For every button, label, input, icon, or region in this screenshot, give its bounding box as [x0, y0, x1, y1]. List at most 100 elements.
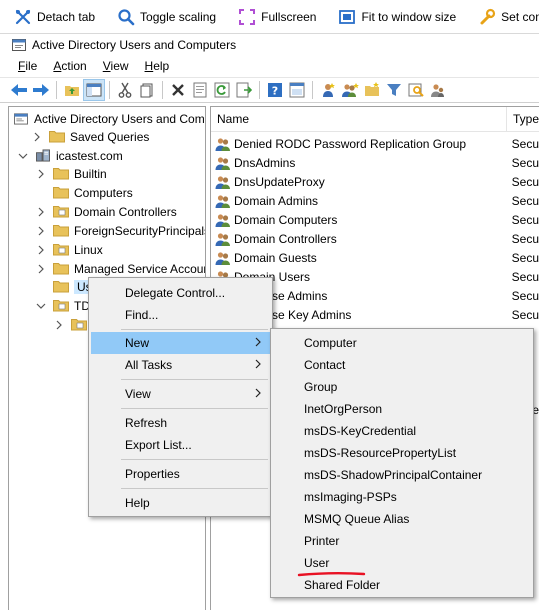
menu-item-export-list[interactable]: Export List... — [91, 434, 270, 456]
chevron-down-icon — [36, 303, 46, 309]
folder-icon — [53, 281, 69, 293]
tree-item-domain-controllers[interactable]: Domain Controllers — [35, 202, 177, 221]
detach-tab-button[interactable]: Detach tab — [0, 0, 103, 33]
submenu-arrow-icon — [255, 388, 261, 398]
tree-item-td[interactable]: TD — [35, 296, 90, 315]
submenu-arrow-icon — [255, 337, 261, 347]
list-item[interactable]: Domain Admins Secu — [211, 191, 539, 210]
list-item-name-cell: Domain Computers — [211, 212, 510, 228]
tree-item-td-child[interactable] — [53, 315, 92, 334]
submenu-item-inetorgperson[interactable]: InetOrgPerson — [273, 398, 531, 420]
tree-item-saved-queries[interactable]: Saved Queries — [31, 127, 149, 146]
column-header-type[interactable]: Type — [507, 112, 539, 126]
export-list-icon[interactable] — [233, 79, 255, 101]
list-item[interactable]: Domain Computers Secu — [211, 210, 539, 229]
submenu-item-msds-shadowprincipalcontainer[interactable]: msDS-ShadowPrincipalContainer — [273, 464, 531, 486]
cut-icon[interactable] — [114, 79, 136, 101]
menu-view[interactable]: View — [95, 59, 137, 73]
detach-icon — [14, 8, 32, 26]
toggle-scaling-button[interactable]: Toggle scaling — [103, 0, 224, 33]
menu-view-rest: iew — [110, 59, 129, 73]
help-icon[interactable]: ? — [264, 79, 286, 101]
submenu-item-msimaging-psps[interactable]: msImaging-PSPs — [273, 486, 531, 508]
group-icon — [215, 174, 234, 190]
chevron-down-icon — [18, 153, 28, 159]
list-item-name-cell: DnsUpdateProxy — [211, 174, 510, 190]
menu-file[interactable]: File — [10, 59, 45, 73]
forward-arrow-icon[interactable] — [30, 79, 52, 101]
add-to-group-icon[interactable] — [427, 79, 449, 101]
tree-item-managed-service-accounts[interactable]: Managed Service Accour — [35, 259, 205, 278]
menu-action[interactable]: Action — [45, 59, 94, 73]
tree-item-domain[interactable]: icastest.com — [17, 146, 123, 165]
menu-item-all-tasks[interactable]: All Tasks — [91, 354, 270, 376]
list-item-type: Secu — [511, 288, 539, 303]
submenu-arrow-icon — [255, 359, 261, 369]
magnifier-icon — [117, 8, 135, 26]
menu-separator — [121, 408, 268, 409]
menu-help[interactable]: Help — [137, 59, 178, 73]
submenu-item-contact[interactable]: Contact — [273, 354, 531, 376]
tree-item-foreign-security-principals[interactable]: ForeignSecurityPrincipals — [35, 221, 205, 240]
fullscreen-button[interactable]: Fullscreen — [224, 0, 324, 33]
refresh-icon[interactable] — [211, 79, 233, 101]
menu-item-label: View — [125, 387, 151, 401]
new-ou-icon[interactable] — [361, 79, 383, 101]
tree-item-builtin[interactable]: Builtin — [35, 164, 107, 183]
tree-item-linux[interactable]: Linux — [35, 240, 103, 259]
menu-item-help[interactable]: Help — [91, 492, 270, 514]
column-header-name[interactable]: Name — [211, 107, 507, 132]
menu-item-view[interactable]: View — [91, 383, 270, 405]
tree-item-label: Builtin — [74, 166, 107, 181]
group-icon — [215, 155, 234, 171]
group-icon — [215, 193, 234, 209]
submenu-item-msds-keycredential[interactable]: msDS-KeyCredential — [273, 420, 531, 442]
filter-icon[interactable] — [383, 79, 405, 101]
list-item[interactable]: Denied RODC Password Replication Group Se… — [211, 134, 539, 153]
properties-icon[interactable] — [189, 79, 211, 101]
tree-item-label: Linux — [74, 242, 103, 257]
submenu-item-group[interactable]: Group — [273, 376, 531, 398]
submenu-item-msds-resourcepropertylist[interactable]: msDS-ResourcePropertyList — [273, 442, 531, 464]
list-item-name-cell: DnsAdmins — [211, 155, 510, 171]
submenu-item-msmq-queue-alias[interactable]: MSMQ Queue Alias — [273, 508, 531, 530]
find-icon[interactable] — [405, 79, 427, 101]
list-item[interactable]: Domain Guests Secu — [211, 248, 539, 267]
set-connection-pass-button[interactable]: Set connection pass — [464, 0, 539, 33]
submenu-item-computer[interactable]: Computer — [273, 332, 531, 354]
remote-toolbar: Detach tab Toggle scaling Fullscreen Fit… — [0, 0, 539, 34]
delete-icon[interactable] — [167, 79, 189, 101]
menu-separator — [121, 459, 268, 460]
fullscreen-label: Fullscreen — [261, 9, 317, 24]
fit-window-button[interactable]: Fit to window size — [324, 0, 464, 33]
menu-item-properties[interactable]: Properties — [91, 463, 270, 485]
menu-item-label: Refresh — [125, 416, 168, 430]
svg-text:?: ? — [272, 85, 278, 98]
menu-item-delegate-control[interactable]: Delegate Control... — [91, 282, 270, 304]
menu-item-label: New — [125, 336, 150, 350]
list-item-type: Secu — [511, 193, 539, 208]
ou-folder-icon — [53, 300, 69, 312]
list-item[interactable]: DnsAdmins Secu — [211, 153, 539, 172]
copy-icon[interactable] — [136, 79, 158, 101]
console-icon[interactable] — [286, 79, 308, 101]
back-arrow-icon[interactable] — [8, 79, 30, 101]
new-user-icon[interactable] — [317, 79, 339, 101]
up-folder-icon[interactable] — [61, 79, 83, 101]
new-group-icon[interactable] — [339, 79, 361, 101]
ou-folder-icon — [53, 244, 69, 256]
submenu-item-printer[interactable]: Printer — [273, 530, 531, 552]
menu-item-new[interactable]: New — [91, 332, 270, 354]
show-tree-icon[interactable] — [83, 79, 105, 101]
folder-icon — [53, 263, 69, 275]
menu-file-rest: ile — [25, 59, 38, 73]
submenu-item-label: MSMQ Queue Alias — [304, 512, 410, 526]
domain-icon — [36, 149, 50, 162]
list-item[interactable]: Domain Controllers Secu — [211, 229, 539, 248]
menu-item-refresh[interactable]: Refresh — [91, 412, 270, 434]
menu-item-find[interactable]: Find... — [91, 304, 270, 326]
list-item[interactable]: DnsUpdateProxy Secu — [211, 172, 539, 191]
tree-root[interactable]: Active Directory Users and Com — [13, 109, 205, 128]
tree-item-computers[interactable]: Computers — [53, 183, 133, 202]
chevron-right-icon — [38, 264, 44, 273]
